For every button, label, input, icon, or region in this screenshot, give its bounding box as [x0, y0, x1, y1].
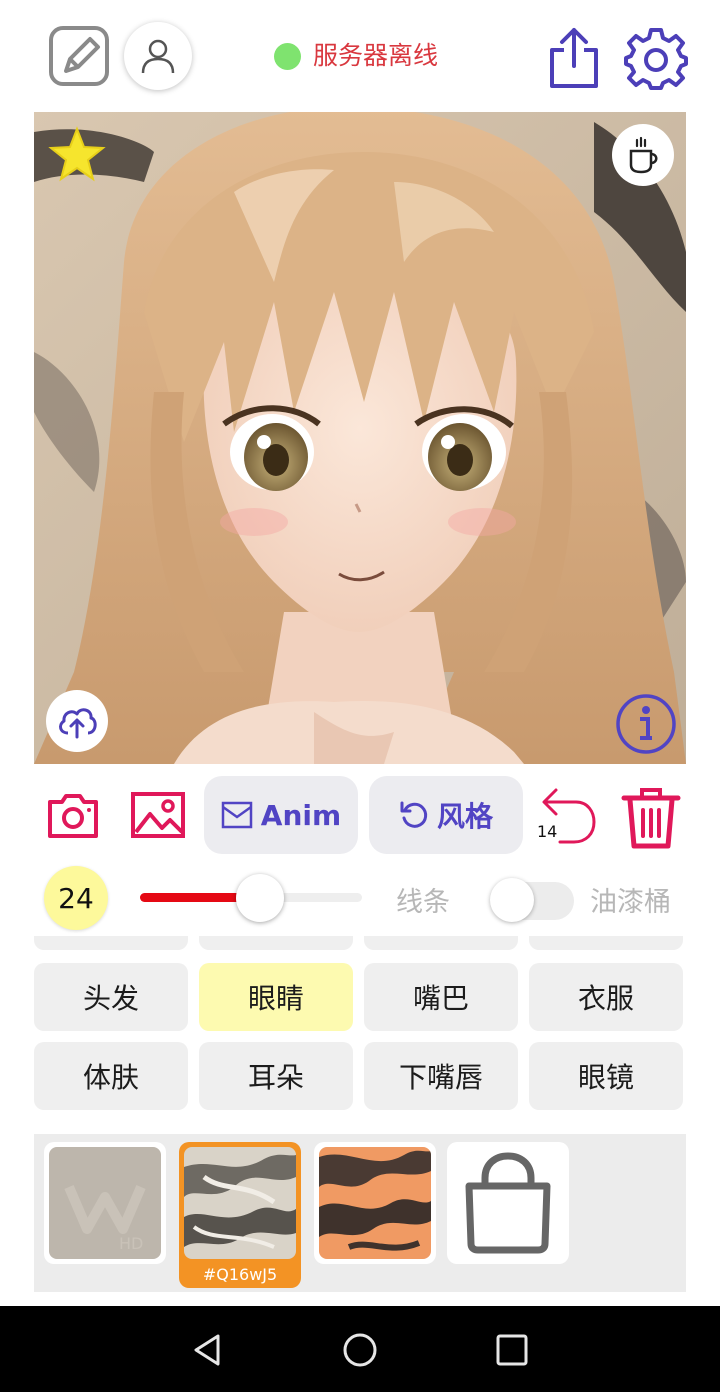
- label-chip-mouth[interactable]: 嘴巴: [364, 963, 518, 1031]
- trash-icon[interactable]: [620, 784, 682, 850]
- mode-bucket-label: 油漆桶: [590, 887, 671, 918]
- tool-row: Anim 风格 14: [0, 772, 720, 858]
- chip-partial[interactable]: [199, 936, 353, 950]
- chip-label: 嘴巴: [412, 982, 469, 1015]
- star-icon[interactable]: [48, 126, 106, 184]
- style-swatch-orange[interactable]: [314, 1142, 436, 1264]
- label-chip-ears[interactable]: 耳朵: [199, 1042, 353, 1110]
- style-code: #Q16wJ5: [202, 1265, 278, 1284]
- back-icon[interactable]: [188, 1330, 228, 1370]
- chip-label: 下嘴唇: [398, 1061, 483, 1094]
- toggle-knob: [490, 878, 534, 922]
- status-indicator: [274, 42, 301, 70]
- envelope-icon: [221, 801, 253, 829]
- shopping-bag-icon: [465, 1152, 551, 1254]
- share-icon[interactable]: [546, 26, 602, 90]
- status-text: 服务器离线: [313, 41, 439, 70]
- chip-partial[interactable]: [364, 936, 518, 950]
- user-icon[interactable]: [124, 22, 192, 90]
- home-icon[interactable]: [340, 1330, 380, 1370]
- server-status: 服务器离线: [274, 40, 438, 72]
- style-shop-button[interactable]: [447, 1142, 569, 1264]
- segment-label-grid: 头发 眼睛 嘴巴 衣服 体肤 耳朵 下嘴唇 眼镜: [0, 936, 720, 1122]
- brush-controls: 24 线条 油漆桶: [0, 862, 720, 934]
- undo-button[interactable]: 14: [532, 784, 602, 846]
- chip-partial[interactable]: [34, 936, 188, 950]
- chip-label: 体肤: [82, 1061, 139, 1094]
- style-texture-gray: [184, 1147, 296, 1259]
- camera-icon[interactable]: [46, 788, 100, 842]
- svg-text:HD: HD: [119, 1234, 143, 1253]
- label-chip-lower-lip[interactable]: 下嘴唇: [364, 1042, 518, 1110]
- drawing-canvas[interactable]: [34, 112, 686, 764]
- label-chip-skin[interactable]: 体肤: [34, 1042, 188, 1110]
- style-texture-orange: [319, 1147, 431, 1259]
- system-nav-bar: [0, 1306, 720, 1392]
- chip-label: 眼镜: [577, 1061, 634, 1094]
- label-chip-hair[interactable]: 头发: [34, 963, 188, 1031]
- gear-icon[interactable]: [624, 26, 688, 90]
- style-swatch-selected[interactable]: #Q16wJ5: [179, 1142, 301, 1288]
- top-bar: 服务器离线: [0, 0, 720, 110]
- chip-partial[interactable]: [529, 936, 683, 950]
- brush-size-badge: 24: [44, 866, 108, 930]
- anim-label: Anim: [260, 798, 342, 832]
- chip-label: 耳朵: [247, 1061, 304, 1094]
- anim-button[interactable]: Anim: [204, 776, 358, 854]
- sketch-pen-icon[interactable]: [48, 25, 110, 87]
- label-chip-eyes[interactable]: 眼睛: [199, 963, 353, 1031]
- style-button[interactable]: 风格: [369, 776, 523, 854]
- reset-icon: [400, 801, 428, 828]
- mode-line-label: 线条: [396, 887, 450, 918]
- coffee-icon[interactable]: [612, 124, 674, 186]
- image-icon[interactable]: [130, 788, 185, 842]
- chip-label: 眼睛: [247, 982, 304, 1015]
- undo-count: 14: [537, 822, 558, 841]
- style-swatch-default[interactable]: HD: [44, 1142, 166, 1264]
- info-icon[interactable]: [614, 692, 678, 756]
- style-label: 风格: [436, 800, 493, 833]
- watermark-w-icon: HD: [64, 1185, 146, 1253]
- recents-icon[interactable]: [492, 1330, 532, 1370]
- chip-label: 头发: [82, 982, 139, 1015]
- chip-label: 衣服: [577, 982, 634, 1015]
- style-strip: HD #Q16wJ5: [34, 1134, 686, 1292]
- label-chip-clothes[interactable]: 衣服: [529, 963, 683, 1031]
- cloud-upload-icon[interactable]: [46, 690, 108, 752]
- slider-thumb[interactable]: [236, 874, 284, 922]
- generated-portrait: [34, 112, 686, 764]
- label-chip-glasses[interactable]: 眼镜: [529, 1042, 683, 1110]
- bucket-toggle[interactable]: [490, 876, 574, 922]
